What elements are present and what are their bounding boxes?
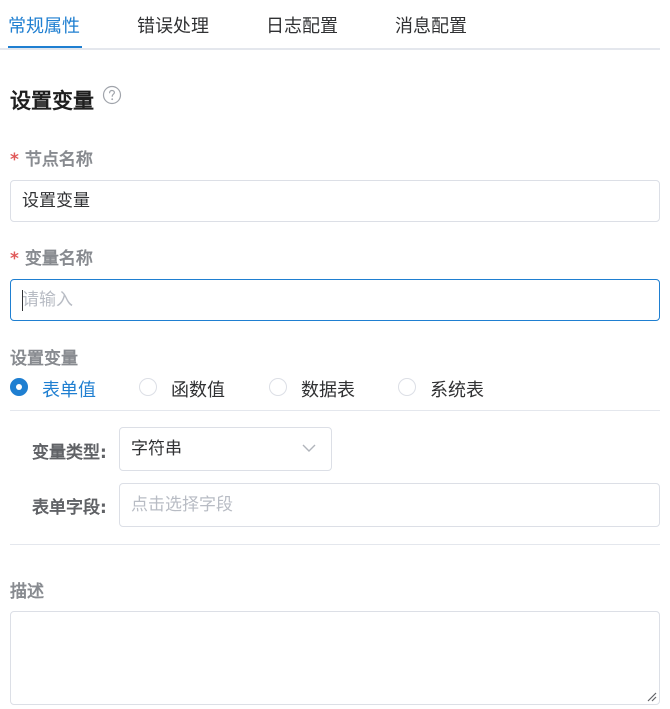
- variable-type-label: 变量类型:: [32, 443, 107, 463]
- radio-label: 函数值: [171, 380, 225, 401]
- description-textarea[interactable]: [10, 611, 660, 705]
- variable-name-label-text: 变量名称: [24, 249, 93, 269]
- radio-circle: [269, 378, 287, 396]
- form-field-input[interactable]: 点击选择字段: [119, 483, 660, 527]
- required-mark: *: [10, 150, 19, 170]
- variable-name-input[interactable]: 请输入: [10, 279, 660, 321]
- resize-handle-icon[interactable]: [645, 690, 657, 702]
- divider: [10, 544, 660, 545]
- form-field-placeholder: 点击选择字段: [131, 495, 233, 515]
- node-name-label: * 节点名称: [10, 145, 93, 170]
- variable-type-select[interactable]: 字符串: [119, 427, 332, 471]
- active-tab-indicator: [8, 46, 82, 48]
- node-name-label-text: 节点名称: [24, 150, 93, 170]
- required-mark: *: [10, 249, 19, 269]
- description-label: 描述: [10, 582, 44, 602]
- variable-type-value: 字符串: [131, 439, 182, 459]
- tab-general-properties[interactable]: 常规属性: [8, 12, 80, 38]
- tab-log-config[interactable]: 日志配置: [266, 12, 338, 38]
- question-circle-icon[interactable]: [102, 85, 122, 105]
- tab-error-handling[interactable]: 错误处理: [137, 12, 209, 38]
- set-variable-label: 设置变量: [10, 349, 78, 369]
- radio-label: 系统表: [430, 380, 484, 401]
- tab-bar: 常规属性 错误处理 日志配置 消息配置: [0, 0, 660, 50]
- radio-circle: [10, 378, 28, 396]
- radio-circle: [139, 378, 157, 396]
- section-title: 设置变量: [10, 89, 94, 113]
- chevron-down-icon: [302, 444, 316, 452]
- radio-circle: [398, 378, 416, 396]
- radio-label: 数据表: [301, 380, 355, 401]
- tab-message-config[interactable]: 消息配置: [395, 12, 467, 38]
- variable-name-placeholder: 请输入: [22, 290, 73, 310]
- text-caret: [22, 290, 23, 311]
- node-name-input[interactable]: 设置变量: [10, 180, 660, 222]
- node-name-value: 设置变量: [22, 191, 90, 211]
- variable-name-label: * 变量名称: [10, 244, 93, 269]
- radio-label: 表单值: [42, 380, 96, 401]
- form-field-label: 表单字段:: [32, 498, 107, 518]
- divider: [10, 410, 660, 411]
- node-properties-panel: 常规属性 错误处理 日志配置 消息配置 设置变量 * 节点名称 设置变量 * 变量名…: [0, 0, 670, 709]
